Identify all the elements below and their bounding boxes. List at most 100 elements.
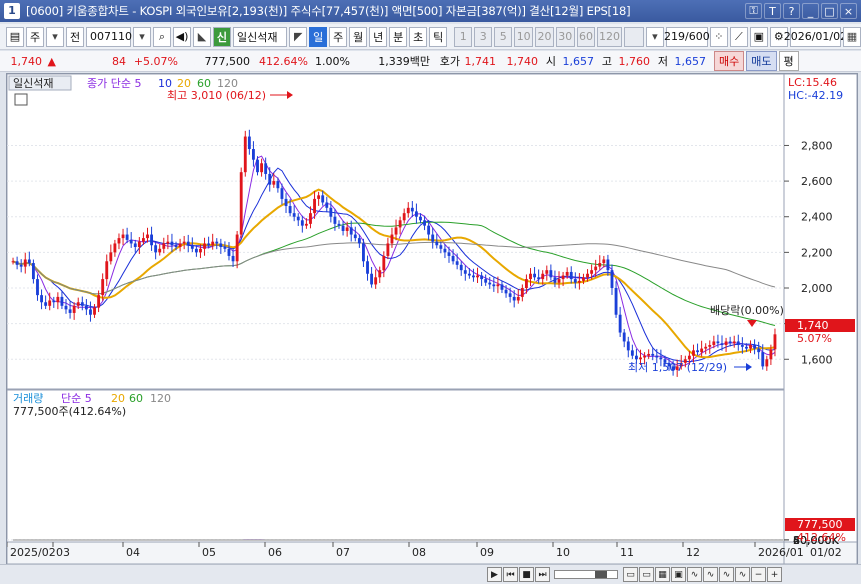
search-icon[interactable]: ⌕ xyxy=(152,26,171,47)
count-field[interactable]: 219/600 xyxy=(664,26,710,47)
period-minute[interactable]: 분 xyxy=(389,26,408,47)
candle-body xyxy=(199,248,202,253)
grid-toggle-icon[interactable] xyxy=(14,93,28,106)
date-tick-label: 10 xyxy=(556,546,570,559)
interval-1[interactable]: 1 xyxy=(454,26,473,47)
save-icon[interactable]: ▣ xyxy=(749,26,768,47)
chart-canvas[interactable]: 2,8002,6002,4002,2002,0001,8001,600 80,0… xyxy=(7,74,857,566)
date-field[interactable]: 2026/01/02 xyxy=(784,26,847,47)
flag-icon[interactable]: ◣ xyxy=(192,26,211,47)
candle-body xyxy=(207,243,211,246)
date-tick-label: 2026/01 xyxy=(758,546,804,559)
candle-body xyxy=(133,243,137,248)
period-day[interactable]: 일 xyxy=(309,26,328,47)
wave-1-icon[interactable]: ∿ xyxy=(687,567,702,582)
code-input[interactable]: 007110 xyxy=(86,26,132,47)
candle-body xyxy=(484,279,488,283)
candle-body xyxy=(296,216,300,221)
view-3-icon[interactable]: ▦ xyxy=(655,567,670,582)
interval-60[interactable]: 60 xyxy=(576,26,596,47)
interval-5[interactable]: 5 xyxy=(494,26,513,47)
candle-body xyxy=(374,277,378,285)
tools-icon[interactable]: ⁘ xyxy=(709,26,728,47)
candle-body xyxy=(577,280,581,283)
candle-body xyxy=(56,296,60,303)
zoom-slider-thumb[interactable] xyxy=(595,571,607,578)
candle-body xyxy=(150,234,153,246)
candle-body xyxy=(333,216,337,224)
zoom-in-icon[interactable]: + xyxy=(767,567,782,582)
eval-button[interactable]: 평 xyxy=(778,51,799,71)
candle-body xyxy=(573,279,577,283)
candle-body xyxy=(451,255,455,262)
interval-120[interactable]: 120 xyxy=(597,26,622,47)
candle-body xyxy=(431,234,435,242)
period-month[interactable]: 월 xyxy=(349,26,368,47)
current-price-tag-text: 1,740 xyxy=(797,319,829,332)
candle-body xyxy=(268,173,272,185)
market-select[interactable]: 주 xyxy=(26,26,44,47)
date-tick-label: 09 xyxy=(480,546,494,559)
candle-body xyxy=(655,355,659,358)
play-icon[interactable]: ■ xyxy=(519,567,534,582)
candle-body xyxy=(419,216,422,221)
first-page-icon[interactable]: ⏮ xyxy=(503,567,518,582)
candle-body xyxy=(121,234,125,239)
text-icon[interactable]: T xyxy=(764,3,781,19)
legend-ma5: 종가 단순 5 xyxy=(87,77,141,90)
sell-button[interactable]: 매도 xyxy=(746,51,777,71)
last-page-icon[interactable]: ⏭ xyxy=(535,567,550,582)
scope-select[interactable]: 전 xyxy=(66,26,84,47)
candle-body xyxy=(716,341,720,344)
zoom-slider[interactable] xyxy=(554,570,618,579)
interval-custom[interactable] xyxy=(623,26,644,47)
interval-30[interactable]: 30 xyxy=(555,26,575,47)
interval-20[interactable]: 20 xyxy=(535,26,554,47)
interval-10[interactable]: 10 xyxy=(514,26,534,47)
minimize-icon[interactable]: _ xyxy=(802,3,819,19)
period-week[interactable]: 주 xyxy=(329,26,348,47)
lock-icon[interactable]: ⚿ xyxy=(745,3,762,19)
candle-body xyxy=(708,345,712,347)
close-icon[interactable]: × xyxy=(840,3,857,19)
view-4-icon[interactable]: ▣ xyxy=(671,567,686,582)
candle-body xyxy=(761,352,765,367)
zoom-out-icon[interactable]: − xyxy=(751,567,766,582)
period-second[interactable]: 초 xyxy=(409,26,428,47)
lc-value: LC:15.46 xyxy=(788,76,837,89)
calendar-icon[interactable]: ▦ xyxy=(842,26,861,47)
candle-body xyxy=(292,213,296,217)
period-tick[interactable]: 틱 xyxy=(429,26,448,47)
code-dropdown-icon[interactable]: ▾ xyxy=(132,26,151,47)
candle-body xyxy=(687,355,691,360)
candle-body xyxy=(423,220,426,226)
candle-body xyxy=(345,227,349,231)
market-dropdown-icon[interactable]: ▾ xyxy=(46,26,64,47)
buy-button[interactable]: 매수 xyxy=(714,51,745,71)
draw-icon[interactable]: ⟋ xyxy=(729,26,748,47)
view-1-icon[interactable]: ▭ xyxy=(623,567,638,582)
title-bar: 1 [0600] 키움종합차트 - KOSPI 외국인보유[2,193(천)] … xyxy=(0,0,861,22)
candle-body xyxy=(60,296,64,306)
stock-flag-icon[interactable]: ◤ xyxy=(289,26,308,47)
sound-icon[interactable]: ◀) xyxy=(172,26,191,47)
candle-body xyxy=(337,223,341,226)
help-icon[interactable]: ? xyxy=(783,3,800,19)
current-price: 1,740 xyxy=(10,54,43,68)
scroll-right-icon[interactable]: ▶ xyxy=(487,567,502,582)
maximize-icon[interactable]: □ xyxy=(821,3,838,19)
interval-3[interactable]: 3 xyxy=(474,26,493,47)
wave-2-icon[interactable]: ∿ xyxy=(703,567,718,582)
view-2-icon[interactable]: ▭ xyxy=(639,567,654,582)
candle-body xyxy=(773,334,777,350)
candle-body xyxy=(447,252,451,256)
interval-dropdown-icon[interactable]: ▾ xyxy=(645,26,664,47)
price-change: 84 xyxy=(112,54,126,68)
layout-icon[interactable]: ▤ xyxy=(6,26,24,47)
wave-3-icon[interactable]: ∿ xyxy=(719,567,734,582)
period-year[interactable]: 년 xyxy=(369,26,388,47)
candle-body xyxy=(239,172,243,235)
date-tick-label: 07 xyxy=(336,546,350,559)
wave-4-icon[interactable]: ∿ xyxy=(735,567,750,582)
chart-area[interactable]: 2,8002,6002,4002,2002,0001,8001,600 80,0… xyxy=(6,73,858,567)
